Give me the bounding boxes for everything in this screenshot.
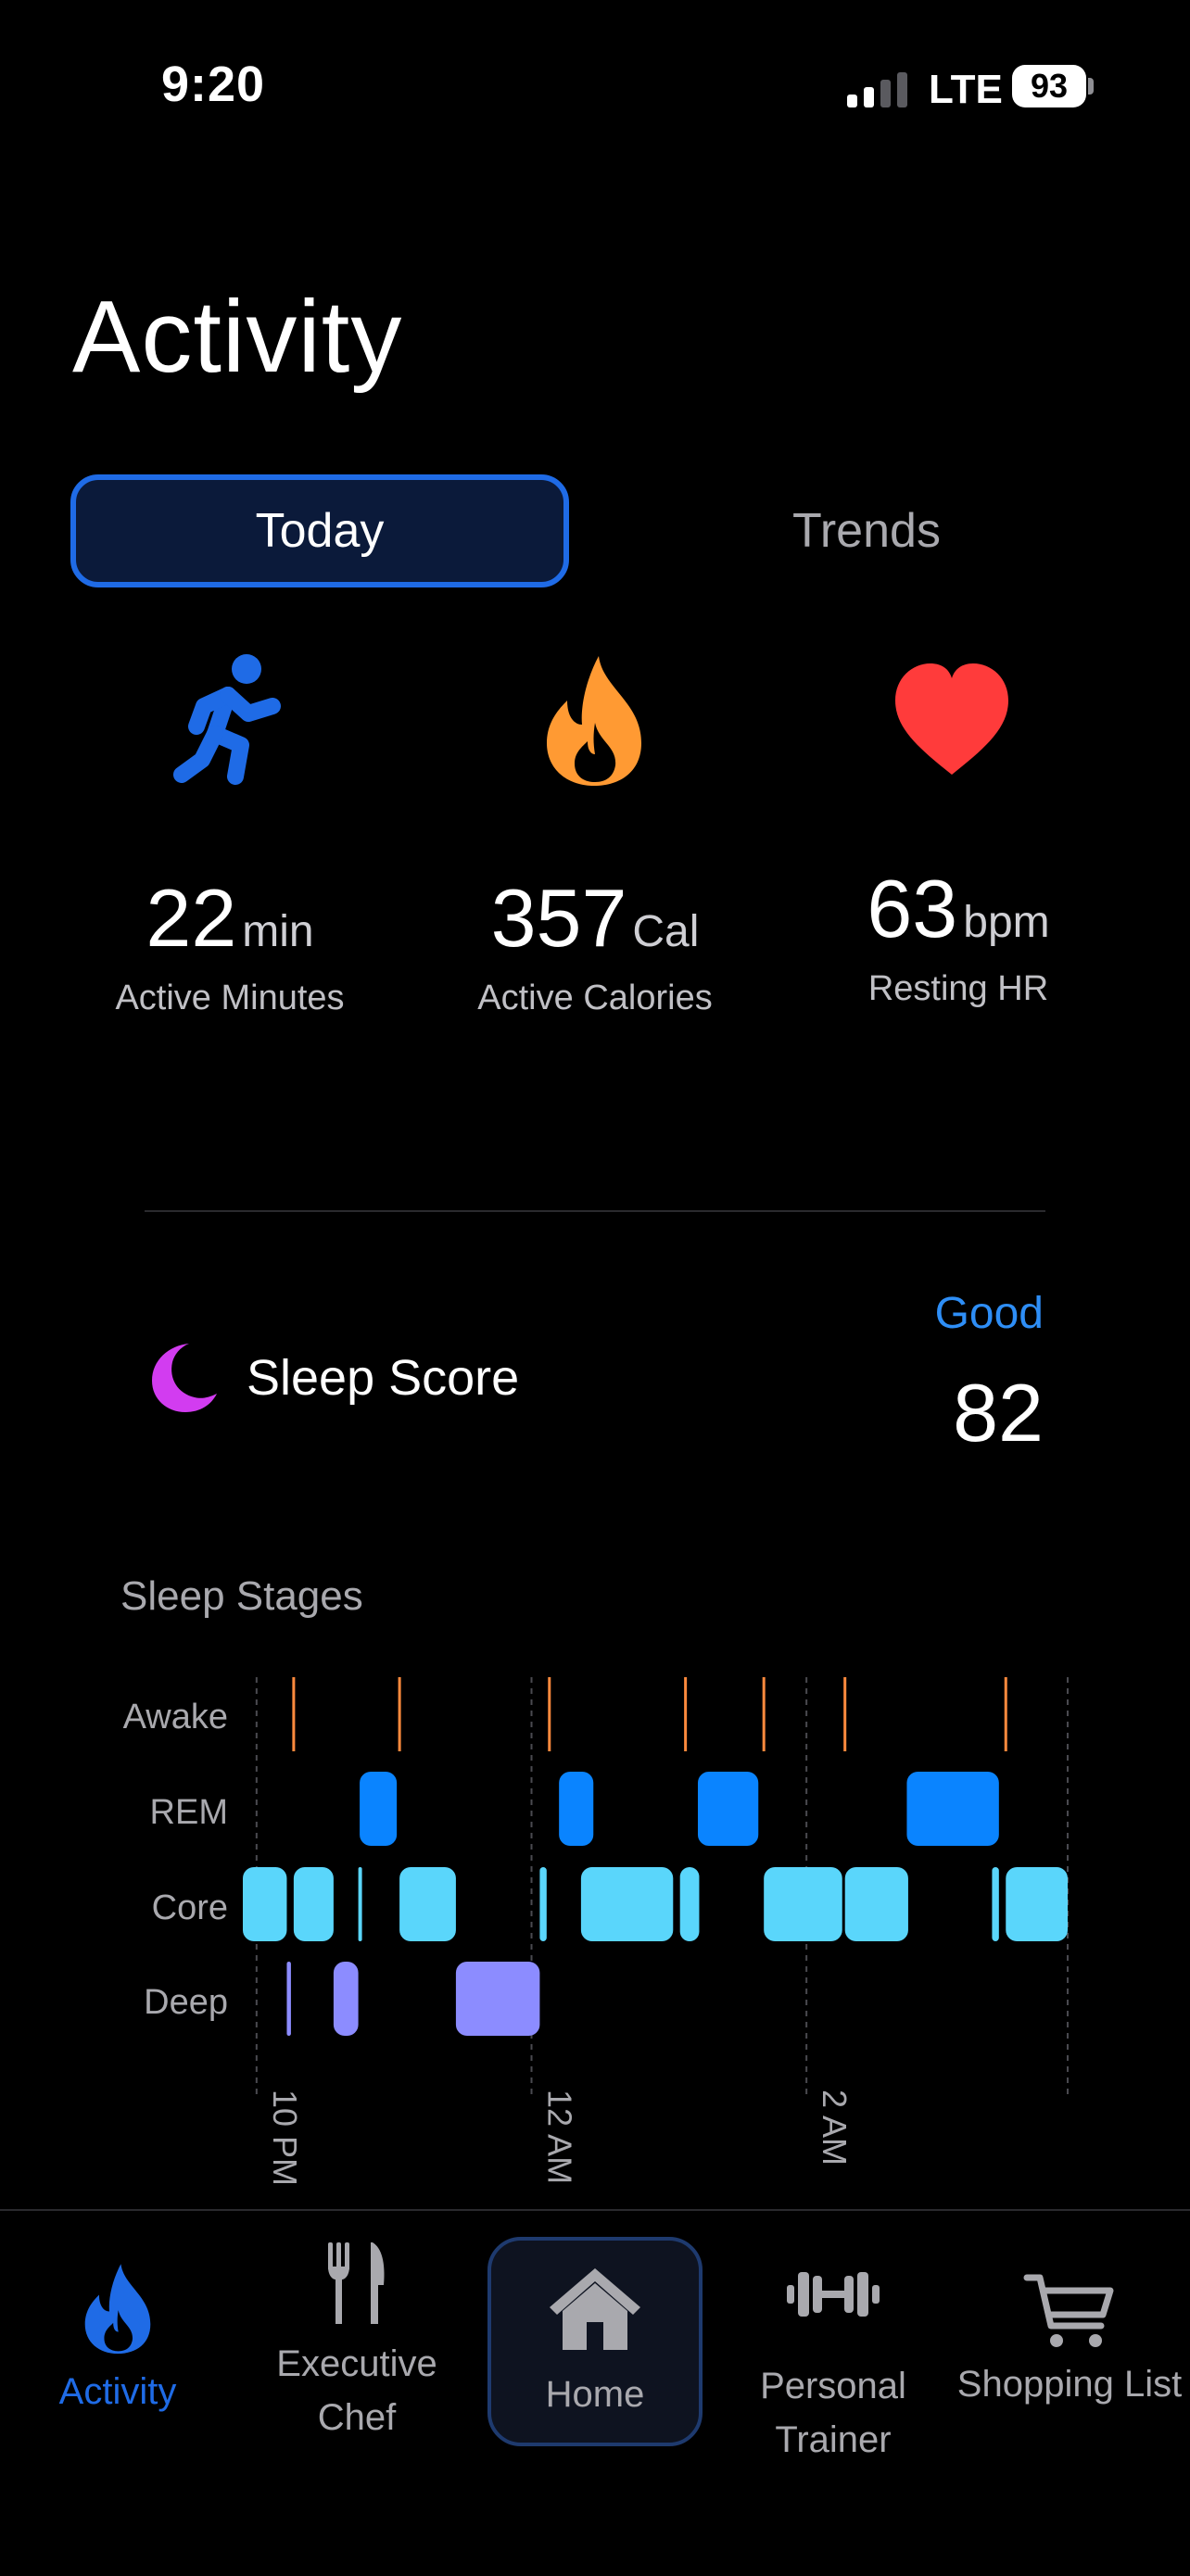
sleep-stages-chart: Awake REM Core Deep 10 PM 12 AM 2 AM [0,1649,1190,2224]
section-divider [145,1210,1045,1212]
rem-segment [906,1772,999,1846]
stat-value: 357 [490,872,627,964]
deep-segment [286,1962,291,2036]
core-segment [992,1867,999,1941]
stat-value: 63 [867,863,958,954]
heart-icon [895,663,1008,775]
cart-icon [1023,2274,1114,2347]
nav-label: Activity [58,2371,177,2412]
core-segment [844,1867,908,1941]
tab-today[interactable]: Today [70,474,569,587]
rem-segment [697,1772,759,1846]
core-segment [580,1867,674,1941]
core-segment [243,1867,287,1941]
core-segment [1006,1867,1068,1941]
nav-label: Shopping List [956,2364,1183,2405]
nav-label: Home [545,2374,645,2415]
stat-active-minutes: 22 min Active Minutes [54,871,406,1018]
battery-tip [1088,78,1094,95]
core-segment [679,1867,700,1941]
nav-shopping-list[interactable]: Shopping List [951,2272,1188,2411]
tab-trends[interactable]: Trends [667,474,1066,587]
moon-icon [152,1344,217,1412]
rem-segment [559,1772,594,1846]
bottom-nav: Activity Executive Chef Home Personal Tr… [0,2209,1190,2576]
house-icon [550,2268,640,2350]
core-segment [764,1867,842,1941]
stat-unit: Cal [632,907,700,956]
sleep-rating: Good [934,1289,1044,1338]
time-label: 12 AM [541,2090,579,2184]
rem-segment [360,1772,398,1846]
cellular-signal-icon [847,72,907,107]
time-label: 10 PM [266,2090,304,2186]
nav-home[interactable]: Home [487,2237,703,2446]
stat-label: Resting HR [867,969,1049,1008]
stat-unit: min [242,907,314,956]
battery-icon: 93 [1012,65,1086,107]
core-segment [399,1867,456,1941]
core-segment [539,1867,547,1941]
nav-label: Executive Chef [276,2343,437,2438]
flame-icon [547,656,641,786]
flame-icon [84,2264,151,2355]
sleep-score-title: Sleep Score [247,1350,520,1406]
sleep-stages-title: Sleep Stages [120,1573,363,1619]
status-time: 9:20 [161,57,266,112]
stat-active-calories: 357 Cal Active Calories [419,871,771,1018]
stat-unit: bpm [963,898,1050,947]
time-label: 2 AM [816,2090,854,2166]
stat-value: 22 [146,872,237,964]
core-segment [358,1867,362,1941]
network-type: LTE [929,67,1003,112]
nav-executive-chef[interactable]: Executive Chef [260,2239,454,2444]
sleep-score-value: 82 [953,1367,1044,1458]
nav-label: Personal Trainer [760,2366,906,2460]
deep-segment [455,1962,540,2036]
dumbbell-icon [787,2272,880,2317]
running-figure-icon [173,654,281,785]
nav-activity[interactable]: Activity [19,2257,217,2418]
deep-segment [333,1962,359,2036]
core-segment [293,1867,334,1941]
fork-knife-icon [328,2242,385,2324]
page-title: Activity [72,280,403,394]
stat-label: Active Calories [477,979,713,1017]
nav-personal-trainer[interactable]: Personal Trainer [736,2267,930,2467]
stat-label: Active Minutes [115,979,345,1017]
sleep-stages-plot: 10 PM 12 AM 2 AM [243,1677,1069,2186]
stat-resting-hr: 63 bpm Resting HR [782,862,1134,1009]
